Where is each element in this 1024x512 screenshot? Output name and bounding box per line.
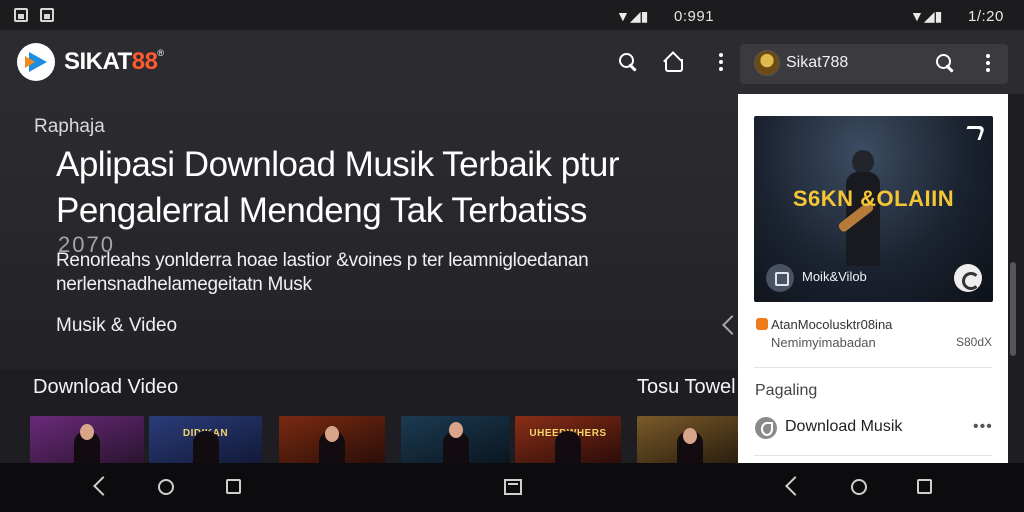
- video-thumbnail[interactable]: [401, 416, 510, 463]
- side-panel-header: [740, 44, 1008, 84]
- nav-recents-icon-right[interactable]: [917, 479, 932, 494]
- video-thumbnail[interactable]: [30, 416, 144, 463]
- info-subtitle: Nemimyimabadan: [771, 335, 876, 350]
- image-icon: [40, 8, 54, 22]
- search-icon: [935, 53, 955, 73]
- search-button[interactable]: [614, 48, 642, 76]
- search-icon: [618, 52, 638, 72]
- nav-recents-icon[interactable]: [226, 479, 241, 494]
- info-title: AtanMocolusktr08ina: [771, 317, 893, 332]
- hero-headline: Aplipasi Download Musik Terbaik ptur Pen…: [56, 145, 620, 230]
- nav-screens-icon[interactable]: [504, 479, 522, 495]
- featured-card-title: S6KN &OLAIIN: [792, 186, 955, 211]
- side-search-button[interactable]: [931, 49, 959, 77]
- wifi-signal-icon: ▼◢▮: [616, 8, 649, 24]
- side-user-name: Sikat788: [786, 54, 849, 71]
- home-button[interactable]: [658, 48, 686, 76]
- video-thumbnail[interactable]: UHEEBWHERS: [515, 416, 621, 463]
- nav-home-icon[interactable]: [158, 479, 174, 495]
- music-note-icon: [755, 417, 777, 439]
- wifi-signal-icon-right: ▼◢▮: [910, 8, 943, 24]
- status-clock-right: 1/:20: [968, 8, 1004, 25]
- status-clock-left: 0:991: [674, 8, 715, 25]
- app-badge-icon: [756, 318, 768, 330]
- nav-home-icon-right[interactable]: [851, 479, 867, 495]
- app-logo-icon[interactable]: [17, 43, 55, 81]
- video-thumbnail[interactable]: DIDIKAN: [149, 416, 262, 463]
- side-menu-button[interactable]: [974, 49, 1002, 77]
- status-bar: ▼◢▮ 0:991 ▼◢▮ 1/:20: [0, 0, 1024, 30]
- hero-description: Renorleahs yonlderra hoae lastior &voine…: [56, 250, 589, 295]
- brand-name[interactable]: SIKAT88®: [64, 48, 164, 76]
- list-item-more-button[interactable]: •••: [973, 418, 993, 436]
- hero-kicker: Raphaja: [34, 116, 105, 137]
- divider: [754, 367, 992, 368]
- hero-category-link[interactable]: Musik & Video: [56, 315, 177, 337]
- media-icon: [766, 264, 794, 292]
- divider: [754, 455, 992, 456]
- gallery-icon: [14, 8, 28, 22]
- section-title-right[interactable]: Tosu Towel: [637, 376, 736, 399]
- more-vertical-icon: [986, 54, 990, 72]
- overflow-menu-button[interactable]: [707, 48, 735, 76]
- scrollbar[interactable]: [1010, 262, 1016, 356]
- video-thumbnail[interactable]: [637, 416, 738, 463]
- featured-card-chip: Moik&Vilob: [802, 269, 867, 284]
- more-vertical-icon: [719, 53, 723, 71]
- refresh-icon[interactable]: [954, 264, 982, 292]
- info-size: S80dX: [956, 335, 993, 349]
- home-icon: [662, 52, 683, 72]
- video-thumbnail[interactable]: [279, 416, 385, 463]
- list-item-download-musik[interactable]: Download Musik: [785, 418, 902, 436]
- avatar[interactable]: [754, 50, 780, 76]
- section-title-download-video[interactable]: Download Video: [33, 376, 178, 399]
- list-heading: Pagaling: [755, 382, 818, 399]
